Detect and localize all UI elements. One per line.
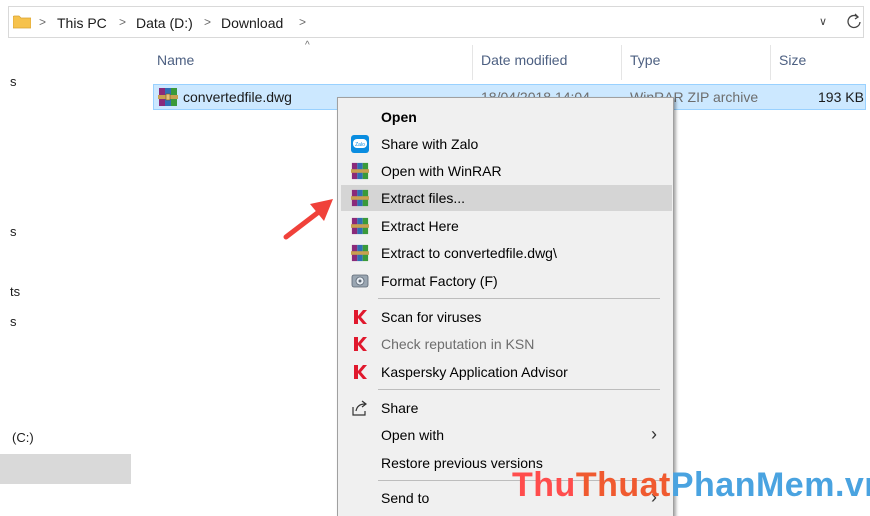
menu-item-extract-files[interactable]: Extract files... xyxy=(341,185,672,211)
sort-ascending-icon: ^ xyxy=(305,40,310,51)
menu-item-share[interactable]: Share xyxy=(341,395,672,421)
menu-item-label: Open with xyxy=(381,427,445,443)
kaspersky-icon xyxy=(354,310,367,324)
column-divider[interactable] xyxy=(770,45,771,80)
winrar-icon xyxy=(351,244,369,262)
breadcrumb-data-d[interactable]: Data (D:) xyxy=(136,15,193,31)
watermark-part: Thu xyxy=(512,466,576,504)
breadcrumb-separator[interactable]: > xyxy=(299,15,306,29)
folder-icon xyxy=(13,15,31,29)
watermark-part: PhanMem xyxy=(670,466,835,504)
column-header-date[interactable]: Date modified xyxy=(481,52,567,68)
menu-item-label: Open xyxy=(381,109,417,125)
breadcrumb-this-pc[interactable]: This PC xyxy=(57,15,107,31)
menu-item-extract-to-folder[interactable]: Extract to convertedfile.dwg\ xyxy=(341,240,672,266)
winrar-icon xyxy=(351,217,369,235)
menu-item-open[interactable]: Open xyxy=(341,104,672,130)
menu-item-kaspersky-advisor[interactable]: Kaspersky Application Advisor xyxy=(341,359,672,385)
menu-item-label: Extract files... xyxy=(381,190,466,206)
column-divider[interactable] xyxy=(621,45,622,80)
zalo-icon: Zalo xyxy=(351,135,369,153)
column-header-type[interactable]: Type xyxy=(630,52,660,68)
breadcrumb-download[interactable]: Download xyxy=(221,15,283,31)
menu-item-scan-for-viruses[interactable]: Scan for viruses xyxy=(341,304,672,330)
nav-item-fragment[interactable]: ts xyxy=(10,284,20,299)
menu-item-label: Kaspersky Application Advisor xyxy=(381,364,568,380)
column-divider[interactable] xyxy=(472,45,473,80)
share-icon xyxy=(352,400,367,416)
menu-item-format-factory[interactable]: Format Factory (F) xyxy=(341,268,672,294)
nav-item-fragment[interactable]: s xyxy=(10,224,17,239)
file-size: 193 KB xyxy=(818,89,864,105)
menu-item-label: Share xyxy=(381,400,419,416)
menu-item-label: Extract Here xyxy=(381,218,459,234)
nav-item-selected[interactable] xyxy=(0,454,131,484)
menu-item-label: Send to xyxy=(381,490,430,506)
menu-item-label: Share with Zalo xyxy=(381,136,479,152)
watermark-part: Thuat xyxy=(575,466,671,504)
menu-item-extract-here[interactable]: Extract Here xyxy=(341,213,672,239)
breadcrumb-separator[interactable]: > xyxy=(204,15,211,29)
breadcrumb-separator[interactable]: > xyxy=(119,15,126,29)
kaspersky-icon xyxy=(354,337,367,351)
menu-item-label: Scan for viruses xyxy=(381,309,482,325)
winrar-icon xyxy=(351,162,369,180)
menu-item-check-reputation[interactable]: Check reputation in KSN xyxy=(341,331,672,357)
watermark-part: .vn xyxy=(834,466,870,504)
context-menu: Open Zalo Share with Zalo Open with WinR… xyxy=(337,97,674,516)
menu-item-label: Open with WinRAR xyxy=(381,163,502,179)
chevron-right-icon: › xyxy=(651,424,657,444)
column-header-size[interactable]: Size xyxy=(779,52,806,68)
menu-item-label: Format Factory (F) xyxy=(381,273,498,289)
address-bar[interactable]: > This PC > Data (D:) > Download > ∨ xyxy=(8,6,864,38)
menu-item-open-with-winrar[interactable]: Open with WinRAR xyxy=(341,158,672,184)
menu-separator xyxy=(378,298,660,299)
winrar-icon xyxy=(158,88,178,106)
menu-item-label: Extract to convertedfile.dwg\ xyxy=(381,245,557,261)
menu-item-share-with-zalo[interactable]: Zalo Share with Zalo xyxy=(341,131,672,157)
file-name[interactable]: convertedfile.dwg xyxy=(183,89,292,105)
kaspersky-icon xyxy=(354,365,367,379)
menu-item-open-with[interactable]: Open with › xyxy=(341,422,672,448)
nav-item-fragment[interactable]: s xyxy=(10,74,17,89)
refresh-icon[interactable] xyxy=(845,12,863,30)
menu-separator xyxy=(378,389,660,390)
menu-item-label: Check reputation in KSN xyxy=(381,336,535,352)
svg-text:Zalo: Zalo xyxy=(355,142,365,148)
nav-item-drive-c[interactable]: (C:) xyxy=(12,430,34,445)
red-arrow-icon xyxy=(283,199,333,240)
breadcrumb-separator[interactable]: > xyxy=(39,15,46,29)
watermark-logo: ThuThuatPhanMem.vn xyxy=(512,466,870,505)
chevron-down-icon[interactable]: ∨ xyxy=(819,15,827,28)
nav-item-fragment[interactable]: s xyxy=(10,314,17,329)
winrar-icon xyxy=(351,189,369,207)
column-header-name[interactable]: Name xyxy=(157,52,194,68)
format-factory-icon xyxy=(351,274,369,288)
